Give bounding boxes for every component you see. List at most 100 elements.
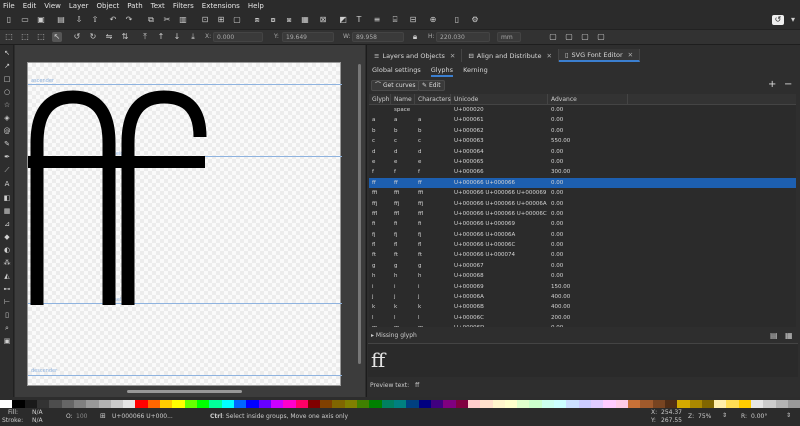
color-swatch[interactable] bbox=[677, 400, 690, 408]
color-swatch[interactable] bbox=[221, 400, 234, 408]
table-row[interactable]: j j j U+00006A 400.00 bbox=[369, 292, 796, 302]
table-row[interactable]: ffj ffj ffj U+000066 U+000066 U+00006A 0.00 bbox=[369, 199, 796, 209]
spray-tool-icon[interactable]: ⁂ bbox=[2, 258, 12, 268]
gradient-tool-icon[interactable]: ◧ bbox=[2, 193, 12, 203]
lpe-tool-icon[interactable]: ▣ bbox=[2, 336, 12, 346]
color-swatch[interactable] bbox=[652, 400, 665, 408]
color-swatch[interactable] bbox=[480, 400, 493, 408]
selector-tool-icon[interactable]: ↖ bbox=[2, 48, 12, 58]
import-icon[interactable]: ⇩ bbox=[74, 15, 84, 25]
subtab-kerning[interactable]: Kerning bbox=[463, 66, 488, 77]
rotation-input[interactable]: 0.00° bbox=[751, 413, 767, 420]
select-all-icon[interactable]: ⬚ bbox=[4, 32, 14, 42]
table-row[interactable]: a a a U+000061 0.00 bbox=[369, 115, 796, 125]
color-swatch[interactable] bbox=[0, 400, 13, 408]
preferences-icon[interactable]: ⚙ bbox=[470, 15, 480, 25]
table-row[interactable]: ft ft ft U+000066 U+000074 0.00 bbox=[369, 250, 796, 260]
color-swatch[interactable] bbox=[541, 400, 555, 408]
pencil-tool-icon[interactable]: ✎ bbox=[2, 139, 12, 149]
print-icon[interactable]: ▤ bbox=[56, 15, 66, 25]
add-glyph-button[interactable]: + bbox=[768, 79, 776, 90]
color-swatch[interactable] bbox=[381, 400, 394, 408]
color-swatch[interactable] bbox=[430, 400, 444, 408]
vertical-scrollbar[interactable] bbox=[358, 64, 361, 364]
table-row[interactable]: ffi ffi ffi U+000066 U+000066 U+000069 0.00 bbox=[369, 188, 796, 198]
copy-icon[interactable]: ⧉ bbox=[146, 15, 156, 25]
color-swatch[interactable] bbox=[406, 400, 419, 408]
h-input[interactable]: 220.030 bbox=[436, 32, 490, 42]
color-swatch[interactable] bbox=[701, 400, 715, 408]
y-input[interactable]: 19.649 bbox=[282, 32, 334, 42]
color-swatch[interactable] bbox=[344, 400, 358, 408]
pen-tool-icon[interactable]: ✒ bbox=[2, 152, 12, 162]
color-swatch[interactable] bbox=[603, 400, 616, 408]
flip-v-icon[interactable]: ⇅ bbox=[120, 32, 130, 42]
tab-layers-objects[interactable]: ≡ Layers and Objects ✕ bbox=[368, 49, 463, 62]
document-properties-icon[interactable]: ▯ bbox=[452, 15, 462, 25]
color-swatch[interactable] bbox=[246, 400, 259, 408]
color-swatch[interactable] bbox=[147, 400, 161, 408]
color-swatch[interactable] bbox=[578, 400, 591, 408]
get-curves-button[interactable]: ⌒ Get curves bbox=[371, 80, 420, 91]
zoom-drawing-icon[interactable]: ⊞ bbox=[216, 15, 226, 25]
table-row[interactable]: l l l U+00006C 200.00 bbox=[369, 313, 796, 323]
paste-icon[interactable]: ▥ bbox=[178, 15, 188, 25]
calligraphy-tool-icon[interactable]: ⟋ bbox=[2, 165, 12, 175]
color-swatch[interactable] bbox=[455, 400, 468, 408]
missing-glyph-expander[interactable]: ▸ Missing glyph bbox=[371, 332, 417, 339]
current-layer-select[interactable]: U+000066 U+000... bbox=[112, 413, 173, 420]
col-characters[interactable]: Characters bbox=[415, 94, 451, 104]
w-input[interactable]: 89.958 bbox=[352, 32, 404, 42]
color-swatch[interactable] bbox=[332, 400, 345, 408]
rectangle-tool-icon[interactable]: □ bbox=[2, 74, 12, 84]
list-view-icon[interactable]: ▤ bbox=[770, 331, 778, 340]
group-icon[interactable]: ▦ bbox=[300, 15, 310, 25]
table-row[interactable]: g g g U+000067 0.00 bbox=[369, 261, 796, 271]
color-swatch[interactable] bbox=[172, 400, 185, 408]
table-row[interactable]: f f f U+000066 300.00 bbox=[369, 167, 796, 177]
dropper-tool-icon[interactable]: ⊿ bbox=[2, 219, 12, 229]
lower-bottom-icon[interactable]: ⤓ bbox=[188, 32, 198, 42]
export-icon[interactable]: ⇧ bbox=[90, 15, 100, 25]
color-swatch[interactable] bbox=[369, 400, 382, 408]
subtab-glyphs[interactable]: Glyphs bbox=[430, 66, 454, 77]
color-swatch[interactable] bbox=[788, 400, 800, 408]
rotate-cw-icon[interactable]: ↻ bbox=[88, 32, 98, 42]
color-swatch[interactable] bbox=[615, 400, 628, 408]
duplicate-icon[interactable]: ⧈ bbox=[252, 15, 262, 25]
color-swatch[interactable] bbox=[394, 400, 407, 408]
menu-filters[interactable]: Filters bbox=[173, 2, 194, 10]
color-swatch[interactable] bbox=[135, 400, 148, 408]
box3d-tool-icon[interactable]: ◈ bbox=[2, 113, 12, 123]
color-swatch[interactable] bbox=[160, 400, 173, 408]
spiral-tool-icon[interactable]: @ bbox=[2, 126, 12, 136]
col-unicode[interactable]: Unicode bbox=[451, 94, 548, 104]
table-row[interactable]: ffl ffl ffl U+000066 U+000066 U+00006C 0.00 bbox=[369, 209, 796, 219]
color-swatch[interactable] bbox=[517, 400, 530, 408]
redo-icon[interactable]: ↷ bbox=[124, 15, 134, 25]
color-swatch[interactable] bbox=[86, 400, 99, 408]
color-swatch[interactable] bbox=[283, 400, 296, 408]
table-row[interactable]: b b b U+000062 0.00 bbox=[369, 126, 796, 136]
table-row[interactable]: fl fl fl U+000066 U+00006C 0.00 bbox=[369, 240, 796, 250]
color-swatch[interactable] bbox=[627, 400, 641, 408]
text-font-icon[interactable]: T bbox=[354, 15, 364, 25]
color-swatch[interactable] bbox=[714, 400, 727, 408]
color-swatch[interactable] bbox=[295, 400, 308, 408]
zoom-page-icon[interactable]: ▢ bbox=[232, 15, 242, 25]
scale-corners-icon[interactable]: ▢ bbox=[564, 32, 574, 42]
color-swatch[interactable] bbox=[270, 400, 284, 408]
node-tool-icon[interactable]: ↗ bbox=[2, 61, 12, 71]
glyph-ff-drawing[interactable] bbox=[28, 63, 342, 387]
color-swatch[interactable] bbox=[640, 400, 653, 408]
color-swatch[interactable] bbox=[566, 400, 579, 408]
fill-stroke-icon[interactable]: ◩ bbox=[338, 15, 348, 25]
color-swatch[interactable] bbox=[197, 400, 210, 408]
rotation-stepper-icon[interactable]: ⇕ bbox=[786, 412, 791, 419]
color-swatch[interactable] bbox=[726, 400, 739, 408]
color-swatch[interactable] bbox=[307, 400, 321, 408]
color-swatch[interactable] bbox=[689, 400, 702, 408]
zoom-tool-icon[interactable]: ⌕ bbox=[2, 323, 12, 333]
table-row[interactable]: k k k U+00006B 400.00 bbox=[369, 302, 796, 312]
color-swatch[interactable] bbox=[320, 400, 333, 408]
